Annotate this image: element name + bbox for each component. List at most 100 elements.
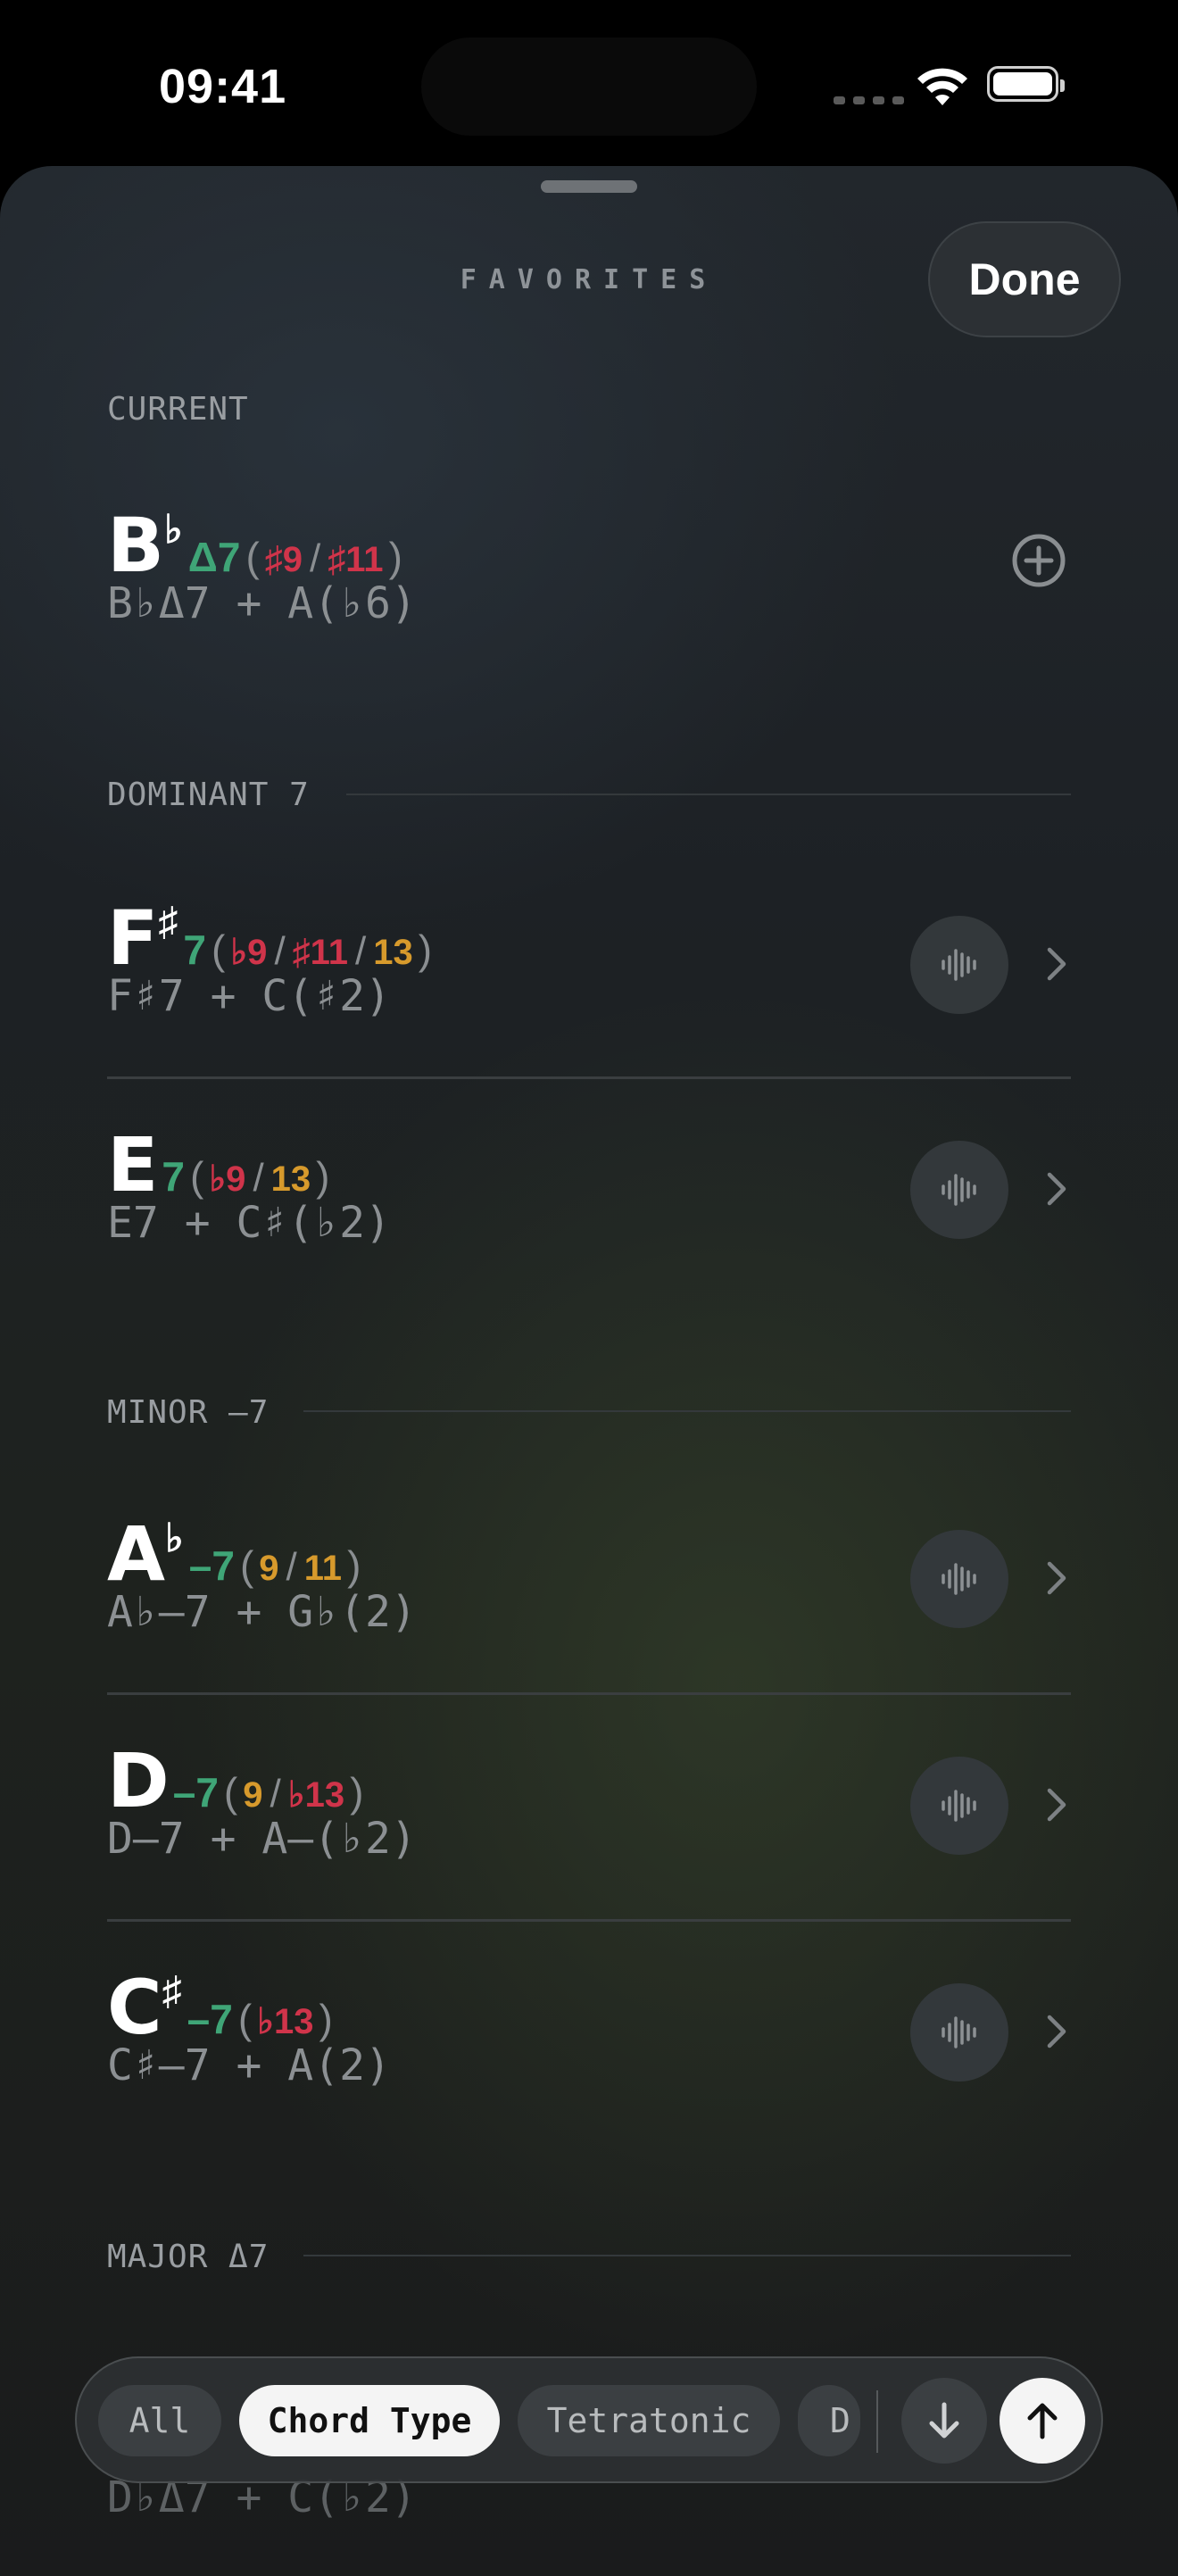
paren-close: ) [316,1153,330,1200]
chevron-right-icon[interactable] [1044,944,1069,984]
chord-row-aflat-minor7[interactable]: A♭–7(9/11) A♭–7 + G♭(2) [107,1510,1071,1716]
chord-root: E [107,1121,158,1209]
chevron-right-icon[interactable] [1044,1785,1069,1824]
play-voicing-button[interactable] [910,1141,1008,1239]
chord-subtitle: C♯–7 + A(2) [107,2040,391,2090]
chord-extension: ♭9 [209,1159,246,1199]
dynamic-island [421,37,757,136]
chevron-right-icon[interactable] [1044,2012,1069,2051]
waveform-icon [942,1790,976,1822]
chord-extension: ♭9 [230,933,268,972]
paren-close: ) [347,1542,361,1589]
waveform-icon [942,2016,976,2048]
filter-bar: All Chord Type Tetratonic D [75,2356,1103,2483]
extension-separator: / [354,929,367,973]
chord-subtitle: D–7 + A–(♭2) [107,1814,417,1864]
status-icons [834,62,1071,116]
sheet-grabber[interactable] [541,180,637,193]
extension-separator: / [253,1156,264,1200]
chord-root: C [107,1964,162,2051]
paren-close: ) [418,927,433,973]
chord-extension: 9 [243,1775,263,1815]
filter-chip-partial[interactable]: D [798,2385,860,2456]
section-divider [346,794,1071,795]
paren-close: ) [319,1996,333,2042]
section-label-minor: MINOR –7 [107,1394,270,1431]
chord-symbol: E 7(♭9/13) [107,1121,336,1210]
chord-extension: ♯9 [264,540,303,579]
chord-row-csharp-minor7[interactable]: C♯–7(♭13) C♯–7 + A(2) [107,1964,1071,2169]
bar-separator [876,2390,878,2453]
chord-row-fsharp7[interactable]: F♯7(♭9/♯11/13) F♯7 + C(♯2) [107,894,1071,1100]
chevron-right-icon[interactable] [1044,1169,1069,1209]
battery-icon [987,66,1065,102]
extension-separator: / [274,929,286,973]
chord-extension: ♯11 [328,540,384,579]
scroll-up-button[interactable] [1000,2378,1085,2464]
paren-open: ( [237,1996,253,2042]
chord-row-d-minor7[interactable]: D –7(9/♭13) D–7 + A–(♭2) [107,1737,1071,1942]
chord-subtitle: B♭Δ7 + A(♭6) [107,578,417,628]
wifi-icon [917,68,967,105]
chevron-right-icon[interactable] [1044,1558,1069,1598]
play-voicing-button[interactable] [910,916,1008,1014]
chord-extension: ♭13 [287,1775,345,1815]
section-label-dominant: DOMINANT 7 [107,777,310,813]
chord-root: D [107,1737,170,1824]
chord-symbol: B♭Δ7(♯9/♯11) [107,502,408,591]
filter-chip-tetratonic[interactable]: Tetratonic [518,2385,780,2456]
extension-separator: / [270,1772,281,1816]
play-voicing-button[interactable] [910,1757,1008,1855]
play-voicing-button[interactable] [910,1530,1008,1628]
chord-symbol: D –7(9/♭13) [107,1737,369,1826]
paren-close: ) [350,1769,364,1816]
chord-subtitle: F♯7 + C(♯2) [107,971,391,1021]
play-voicing-button[interactable] [910,1983,1008,2082]
paren-open: ( [189,1153,204,1200]
scroll-down-button[interactable] [901,2378,987,2464]
section-label-current: CURRENT [107,391,249,428]
add-circle-icon[interactable] [1010,532,1067,589]
chord-extension: ♯11 [292,933,348,972]
chord-subtitle: A♭–7 + G♭(2) [107,1587,417,1637]
chord-root: A [107,1510,165,1598]
chord-quality: 7 [162,1153,185,1200]
paren-open: ( [223,1769,238,1816]
favorites-sheet: FAVORITES Done CURRENT B♭Δ7(♯9/♯11) B♭Δ7… [0,166,1178,2576]
extension-separator: / [310,536,321,580]
waveform-icon [942,1174,976,1206]
chord-extension: 13 [373,933,413,972]
filter-chip-chord-type[interactable]: Chord Type [239,2385,500,2456]
row-divider [107,1919,1071,1922]
waveform-icon [942,1563,976,1595]
chord-extension: 13 [270,1159,311,1199]
arrow-up-icon [1027,2403,1058,2439]
chord-root: F [107,894,158,982]
chord-symbol: C♯–7(♭13) [107,1964,338,2053]
chord-row-e7[interactable]: E 7(♭9/13) E7 + C♯(♭2) [107,1121,1071,1326]
chord-accidental: ♭ [165,1517,184,1560]
section-divider [303,2255,1071,2256]
chord-quality: –7 [188,1542,235,1589]
paren-open: ( [239,1542,254,1589]
cellular-icon [834,93,912,109]
waveform-icon [942,949,976,981]
chord-accidental: ♯ [158,900,178,943]
chord-quality: –7 [187,1996,233,2042]
chord-extension: ♭13 [257,2002,314,2041]
chord-quality: –7 [172,1769,219,1816]
chord-subtitle: E7 + C♯(♭2) [107,1198,391,1248]
current-chord-row[interactable]: B♭Δ7(♯9/♯11) B♭Δ7 + A(♭6) [107,502,1071,707]
row-divider [107,1076,1071,1079]
chord-quality: Δ7 [187,534,241,580]
chord-symbol: A♭–7(9/11) [107,1510,366,1600]
chord-symbol: F♯7(♭9/♯11/13) [107,894,437,984]
chord-accidental: ♯ [162,1969,182,2013]
done-button[interactable]: Done [928,221,1121,337]
arrow-down-icon [929,2402,959,2439]
section-label-major: MAJOR Δ7 [107,2239,270,2275]
row-divider [107,1692,1071,1695]
filter-chip-all[interactable]: All [98,2385,221,2456]
paren-open: ( [245,534,260,580]
paren-open: ( [211,927,226,973]
